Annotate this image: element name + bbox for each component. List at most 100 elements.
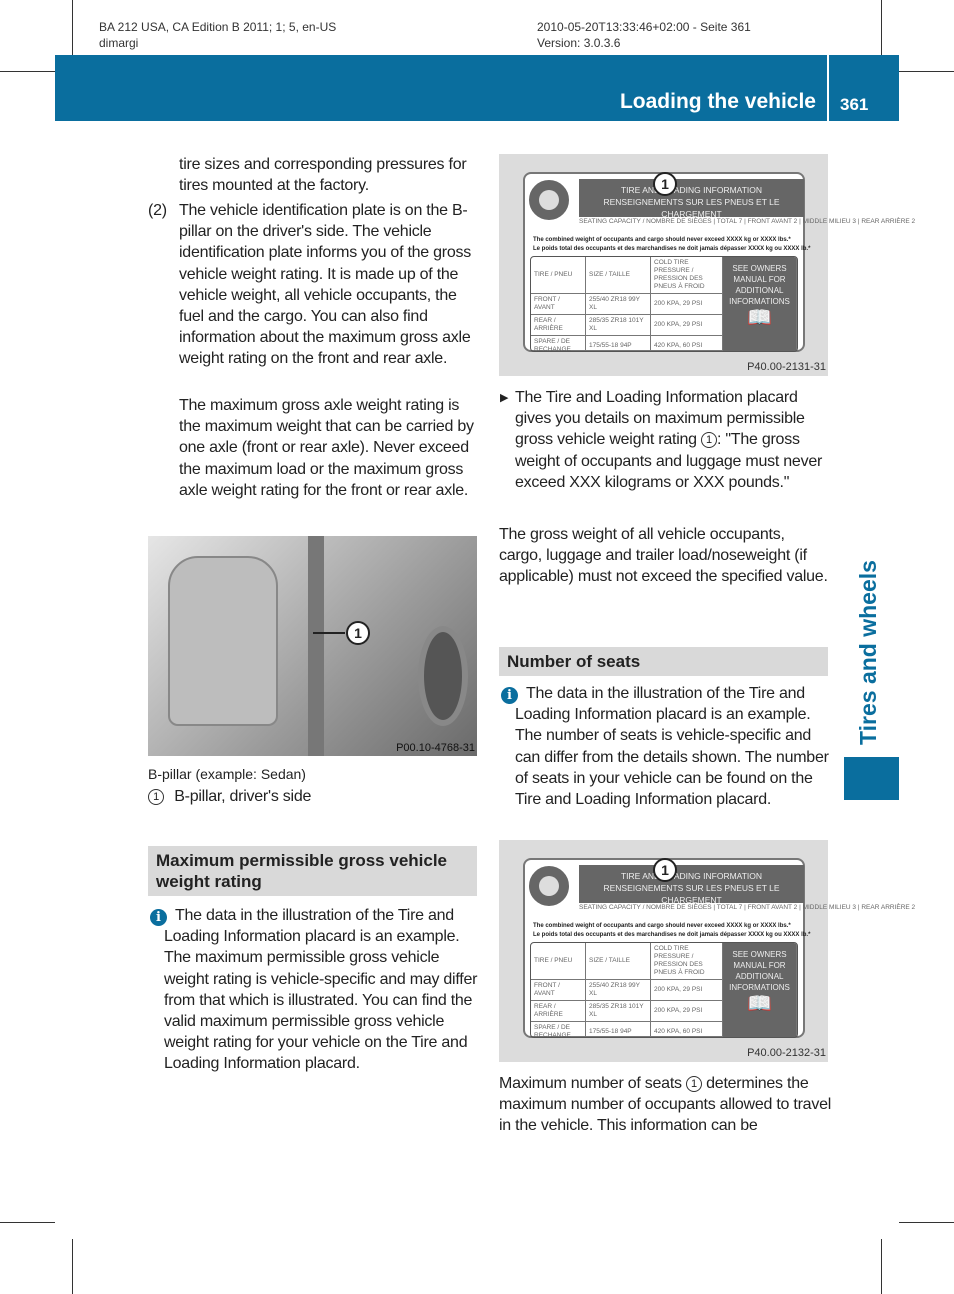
tire-table: TIRE / PNEU SIZE / TAILLE COLD TIRE PRESSU…	[530, 256, 798, 352]
cell: 285/35 ZR18 101Y XL	[586, 1001, 651, 1022]
crop-mark	[899, 1222, 954, 1223]
cell: 255/40 ZR18 99Y XL	[586, 294, 651, 315]
cell: 175/55-18 94P	[586, 1022, 651, 1037]
max-seats-paragraph: Maximum number of seats 1 determines the…	[499, 1073, 831, 1137]
crop-mark	[0, 1222, 55, 1223]
crop-mark	[72, 1239, 73, 1294]
bullet-paragraph: The Tire and Loading Information placard…	[515, 387, 830, 493]
placard-figure-1: TIRE AND LOADING INFORMATION RENSEIGNEMEN…	[499, 154, 915, 376]
combined-fr: Le poids total des occupants et des marc…	[533, 246, 811, 252]
cell: REAR / ARRIÈRE	[531, 315, 586, 336]
intro-paragraph: tire sizes and corresponding pressures f…	[179, 156, 467, 195]
gross-weight-paragraph: The gross weight of all vehicle occupant…	[499, 526, 828, 586]
placard-title-en: TIRE AND LOADING INFORMATION	[620, 871, 763, 881]
crop-mark	[0, 71, 55, 72]
page-number: 361	[840, 95, 869, 114]
placard-figure-2: TIRE AND LOADING INFORMATION RENSEIGNEMEN…	[499, 840, 915, 1062]
bullet-triangle-icon: ▶	[500, 392, 509, 404]
placard-callout: 1	[653, 858, 677, 882]
crop-mark	[899, 71, 954, 72]
tire-table: TIRE / PNEU SIZE / TAILLE COLD TIRE PRESSU…	[530, 942, 798, 1038]
header-timestamp: 2010-05-20T13:33:46+02:00 - Seite 361	[537, 20, 751, 34]
cell: COLD TIRE PRESSURE / PRESSION DES PNEUS …	[651, 257, 723, 294]
photo-caption: B-pillar (example: Sedan)	[148, 766, 306, 782]
section-heading-gvwr: Maximum permissible gross vehicle weight…	[148, 846, 477, 896]
legend-item: 1 B-pillar, driver's side	[148, 786, 311, 807]
placard-title: TIRE AND LOADING INFORMATION RENSEIGNEMEN…	[579, 865, 804, 905]
band-separator	[827, 55, 829, 121]
placard-callout: 1	[653, 172, 677, 196]
cell: TIRE / PNEU	[531, 943, 586, 980]
legend-text: B-pillar, driver's side	[174, 788, 312, 805]
see-manual: SEE OWNERS MANUAL FOR ADDITIONAL INFORMA…	[723, 257, 797, 351]
cell: 200 KPA, 29 PSI	[651, 1001, 723, 1022]
cell: COLD TIRE PRESSURE / PRESSION DES PNEUS …	[651, 943, 723, 980]
cell: SPARE / DE RECHANGE	[531, 1022, 586, 1037]
cell: TIRE / PNEU	[531, 257, 586, 294]
book-info-icon: 📖	[747, 307, 772, 329]
wheel-icon	[529, 866, 569, 906]
wheel-shape	[418, 626, 468, 726]
wheel-icon	[529, 180, 569, 220]
max-seats-text: Maximum number of seats	[499, 1075, 686, 1092]
section-heading-seats: Number of seats	[499, 647, 828, 676]
combined-weight: The combined weight of occupants and car…	[533, 236, 810, 254]
photo-code: P00.10-4768-31	[396, 742, 475, 754]
b-pillar-shape	[308, 536, 324, 756]
cell: 285/35 ZR18 101Y XL	[586, 315, 651, 336]
cell: SIZE / TAILLE	[586, 943, 651, 980]
header-version: Version: 3.0.3.6	[537, 36, 621, 50]
figure-code: P40.00-2131-31	[747, 361, 826, 373]
header-meta-left: BA 212 USA, CA Edition B 2011; 1; 5, en-…	[99, 19, 336, 51]
combined-fr: Le poids total des occupants et des marc…	[533, 932, 811, 938]
tire-loading-placard: TIRE AND LOADING INFORMATION RENSEIGNEMEN…	[523, 172, 915, 352]
list-number: (2)	[148, 202, 167, 219]
list-item-paragraph: The maximum gross axle weight rating is …	[179, 397, 474, 499]
header-doc-id: BA 212 USA, CA Edition B 2011; 1; 5, en-…	[99, 20, 337, 34]
info-note-gvwr: The data in the illustration of the Tire…	[164, 907, 478, 1073]
info-note-seats: The data in the illustration of the Tire…	[515, 685, 829, 809]
header-author: dimargi	[99, 36, 139, 50]
legend-number: 1	[148, 789, 164, 805]
cell: 255/40 ZR18 99Y XL	[586, 980, 651, 1001]
seat-shape	[168, 556, 278, 726]
placard-title-en: TIRE AND LOADING INFORMATION	[620, 185, 763, 195]
callout-ref: 1	[685, 1076, 702, 1092]
callout-ref: 1	[700, 432, 717, 449]
side-tab-label: Tires and wheels	[855, 560, 881, 745]
list-item-text: The vehicle identification plate is on t…	[179, 202, 472, 368]
side-tab-marker	[844, 757, 899, 800]
cell: SIZE / TAILLE	[586, 257, 651, 294]
seating-capacity: SEATING CAPACITY / NOMBRE DE SIÈGES | TO…	[579, 218, 916, 225]
cell: 200 KPA, 29 PSI	[651, 315, 723, 336]
combined-en: The combined weight of occupants and car…	[533, 923, 791, 929]
cell: FRONT / AVANT	[531, 294, 586, 315]
cell: 420 KPA, 60 PSI	[651, 336, 723, 351]
figure-code: P40.00-2132-31	[747, 1047, 826, 1059]
b-pillar-photo: 1 P00.10-4768-31	[148, 536, 477, 756]
see-manual-text: SEE OWNERS MANUAL FOR ADDITIONAL INFORMA…	[729, 950, 790, 992]
cell: 200 KPA, 29 PSI	[651, 294, 723, 315]
chapter-title: Loading the vehicle	[619, 90, 816, 113]
placard-title-fr: RENSEIGNEMENTS SUR LES PNEUS ET LE CHARG…	[603, 883, 780, 905]
callout-line	[313, 632, 345, 634]
crop-mark	[881, 0, 882, 55]
crop-mark	[881, 1239, 882, 1294]
seating-capacity: SEATING CAPACITY / NOMBRE DE SIÈGES | TO…	[579, 904, 916, 911]
cell: 200 KPA, 29 PSI	[651, 980, 723, 1001]
cell: SPARE / DE RECHANGE	[531, 336, 586, 351]
cell: 420 KPA, 60 PSI	[651, 1022, 723, 1037]
combined-weight: The combined weight of occupants and car…	[533, 922, 810, 940]
cell: FRONT / AVANT	[531, 980, 586, 1001]
cell: 175/55-18 94P	[586, 336, 651, 351]
photo-callout: 1	[346, 621, 370, 645]
placard-title-fr: RENSEIGNEMENTS SUR LES PNEUS ET LE CHARG…	[603, 197, 780, 219]
crop-mark	[72, 0, 73, 55]
see-manual: SEE OWNERS MANUAL FOR ADDITIONAL INFORMA…	[723, 943, 797, 1037]
see-manual-text: SEE OWNERS MANUAL FOR ADDITIONAL INFORMA…	[729, 264, 790, 306]
combined-en: The combined weight of occupants and car…	[533, 237, 791, 243]
cell: REAR / ARRIÈRE	[531, 1001, 586, 1022]
placard-title: TIRE AND LOADING INFORMATION RENSEIGNEMEN…	[579, 179, 804, 219]
tire-loading-placard: TIRE AND LOADING INFORMATION RENSEIGNEMEN…	[523, 858, 915, 1038]
header-meta-right: 2010-05-20T13:33:46+02:00 - Seite 361 Ve…	[537, 19, 751, 51]
